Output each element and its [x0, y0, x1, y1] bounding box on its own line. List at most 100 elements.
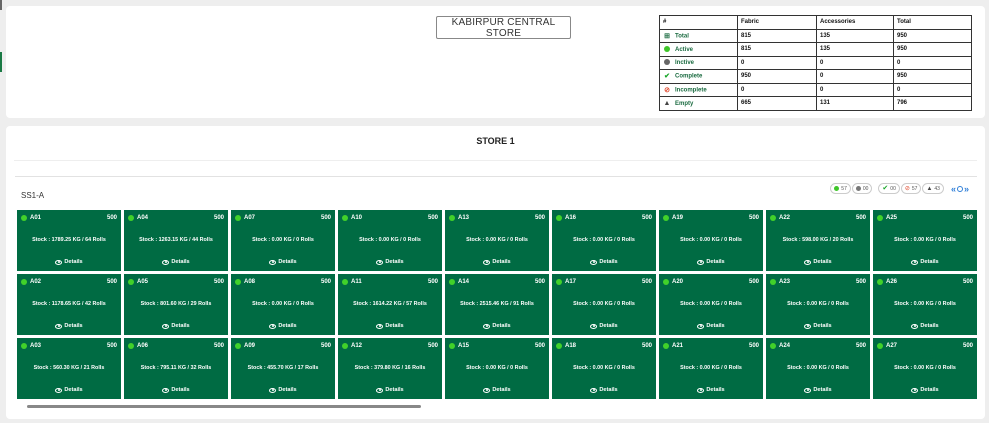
tile-stock: Stock : 2515.46 KG / 91 Rolls: [460, 301, 534, 307]
section-label: SS1-A: [21, 191, 45, 200]
details-link[interactable]: Details: [766, 387, 870, 393]
details-link[interactable]: Details: [17, 323, 121, 329]
details-link[interactable]: Details: [231, 323, 335, 329]
summary-label-text: Complete: [675, 73, 703, 80]
details-link[interactable]: Details: [552, 323, 656, 329]
complete-chip[interactable]: ✔ 00: [878, 183, 900, 194]
tile-capacity: 500: [641, 279, 652, 285]
summary-header-hash: #: [659, 15, 738, 30]
active-dot-icon: [128, 343, 134, 349]
details-label: Details: [64, 387, 83, 393]
divider: [14, 160, 977, 161]
next-page-icon[interactable]: »: [964, 184, 969, 194]
tile-name: A23: [779, 279, 791, 285]
tile-stock: Stock : 0.00 KG / 0 Rolls: [573, 237, 635, 243]
details-link[interactable]: Details: [552, 259, 656, 265]
details-link[interactable]: Details: [124, 387, 228, 393]
pager: « »: [951, 184, 969, 194]
inactive-chip[interactable]: 00: [851, 183, 873, 194]
tile-stock: Stock : 560.30 KG / 21 Rolls: [33, 365, 105, 371]
rack-tile: A20 500 Stock : 0.00 KG / 0 Rolls Details: [659, 274, 763, 335]
tile-name: A24: [779, 343, 791, 349]
edge-indicator: [0, 52, 2, 72]
summary-total: 796: [893, 96, 972, 111]
summary-header-row: # Fabric Accessories Total: [659, 15, 972, 30]
details-link[interactable]: Details: [231, 259, 335, 265]
details-link[interactable]: Details: [231, 387, 335, 393]
active-chip[interactable]: 57: [830, 183, 851, 194]
details-link[interactable]: Details: [659, 259, 763, 265]
tile-capacity: 500: [855, 343, 866, 349]
summary-row-label: ⊞ Total: [659, 28, 738, 43]
eye-icon: [162, 387, 170, 393]
tile-stock: Stock : 1263.15 KG / 44 Rolls: [139, 237, 213, 243]
summary-total: 950: [893, 69, 972, 84]
store-select-button[interactable]: KABIRPUR CENTRAL STORE: [436, 16, 571, 39]
details-link[interactable]: Details: [766, 259, 870, 265]
details-link[interactable]: Details: [659, 323, 763, 329]
details-link[interactable]: Details: [552, 387, 656, 393]
tile-header: A08 500: [235, 279, 331, 285]
gray-dot-icon: [663, 59, 671, 66]
tile-header: A22 500: [770, 215, 866, 221]
rack-tile: A01 500 Stock : 1789.25 KG / 64 Rolls Detai…: [17, 210, 121, 271]
summary-accessories: 0: [816, 82, 894, 97]
tile-capacity: 500: [106, 215, 117, 221]
details-link[interactable]: Details: [338, 323, 442, 329]
tile-header: A02 500: [21, 279, 117, 285]
active-dot-icon: [877, 343, 883, 349]
active-dot-icon: [877, 279, 883, 285]
details-link[interactable]: Details: [124, 259, 228, 265]
details-link[interactable]: Details: [766, 323, 870, 329]
tile-capacity: 500: [641, 343, 652, 349]
details-link[interactable]: Details: [659, 387, 763, 393]
summary-fabric: 815: [737, 42, 817, 57]
current-page-icon[interactable]: [956, 185, 963, 192]
tile-stock: Stock : 0.00 KG / 0 Rolls: [359, 237, 421, 243]
rack-grid: A01 500 Stock : 1789.25 KG / 64 Rolls Detai…: [17, 210, 977, 399]
eye-icon: [697, 323, 705, 329]
rack-tile: A04 500 Stock : 1263.15 KG / 44 Rolls Detai…: [124, 210, 228, 271]
details-link[interactable]: Details: [445, 387, 549, 393]
summary-row: ⊞ Total 815 135 950: [659, 28, 972, 43]
tile-header: A27 500: [877, 343, 973, 349]
summary-row-label: Active: [659, 42, 738, 57]
details-link[interactable]: Details: [873, 387, 977, 393]
tile-name: A16: [565, 215, 577, 221]
eye-icon: [269, 259, 277, 265]
tile-stock: Stock : 598.00 KG / 20 Rolls: [782, 237, 854, 243]
details-link[interactable]: Details: [873, 323, 977, 329]
incomplete-chip[interactable]: ⊘ 57: [900, 183, 922, 194]
summary-total: 0: [893, 55, 972, 70]
summary-row: ✔ Complete 950 0 950: [659, 69, 972, 84]
prev-page-icon[interactable]: «: [951, 184, 956, 194]
check-icon: ✔: [664, 73, 670, 81]
tile-header: A18 500: [556, 343, 652, 349]
details-link[interactable]: Details: [445, 259, 549, 265]
tile-capacity: 500: [962, 279, 973, 285]
eye-icon: [697, 259, 705, 265]
empty-chip[interactable]: ▲ 43: [922, 183, 944, 194]
tile-capacity: 500: [534, 215, 545, 221]
eye-icon: [55, 387, 63, 393]
horizontal-scrollbar[interactable]: [27, 405, 421, 408]
summary-header-total: Total: [893, 15, 972, 30]
details-link[interactable]: Details: [338, 387, 442, 393]
active-dot-icon: [342, 343, 348, 349]
eye-icon: [483, 387, 491, 393]
details-link[interactable]: Details: [124, 323, 228, 329]
details-label: Details: [385, 259, 404, 265]
details-link[interactable]: Details: [445, 323, 549, 329]
eye-icon: [483, 323, 491, 329]
summary-accessories: 0: [816, 55, 894, 70]
rack-tile: A26 500 Stock : 0.00 KG / 0 Rolls Details: [873, 274, 977, 335]
tile-header: A06 500: [128, 343, 224, 349]
summary-label-text: Incomplete: [675, 87, 707, 94]
summary-total: 950: [893, 42, 972, 57]
details-link[interactable]: Details: [338, 259, 442, 265]
eye-icon: [376, 259, 384, 265]
details-link[interactable]: Details: [17, 259, 121, 265]
details-link[interactable]: Details: [873, 259, 977, 265]
tile-stock: Stock : 795.11 KG / 32 Rolls: [140, 365, 212, 371]
details-link[interactable]: Details: [17, 387, 121, 393]
